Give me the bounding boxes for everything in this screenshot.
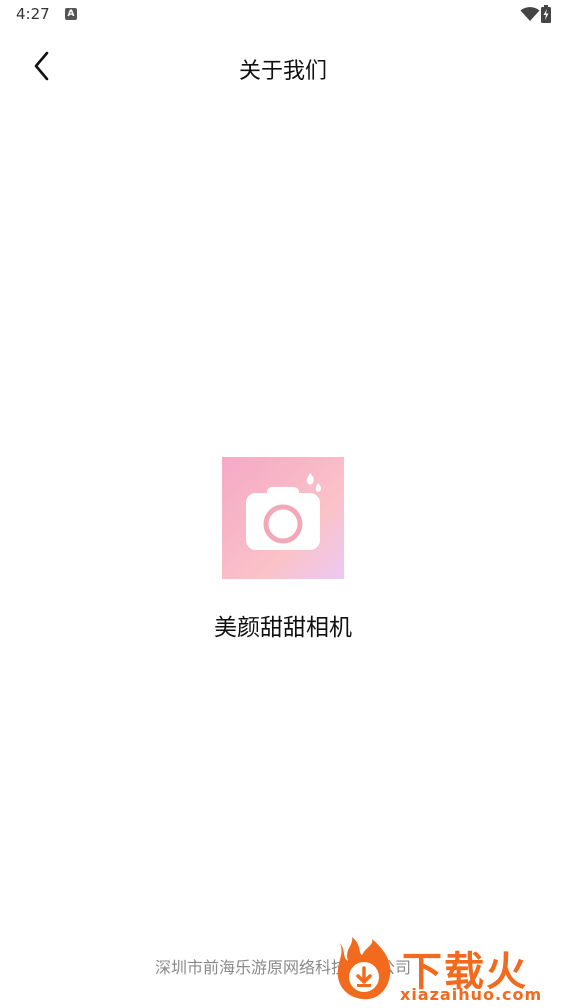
app-logo bbox=[222, 457, 344, 579]
notification-icon: A bbox=[65, 8, 77, 20]
flame-download-icon bbox=[337, 937, 391, 1000]
battery-icon bbox=[541, 5, 551, 27]
status-time: 4:27 bbox=[16, 5, 50, 23]
app-header: 关于我们 bbox=[0, 36, 566, 96]
watermark-url: xiazaihuo.com bbox=[400, 985, 543, 1004]
camera-icon bbox=[246, 473, 322, 550]
page-title: 关于我们 bbox=[238, 59, 327, 84]
status-bar: 4:27 A bbox=[0, 0, 566, 30]
app-name: 美颜甜甜相机 bbox=[214, 615, 352, 641]
watermark: 下载火 xiazaihuo.com bbox=[332, 935, 560, 1005]
wifi-icon bbox=[520, 6, 540, 26]
